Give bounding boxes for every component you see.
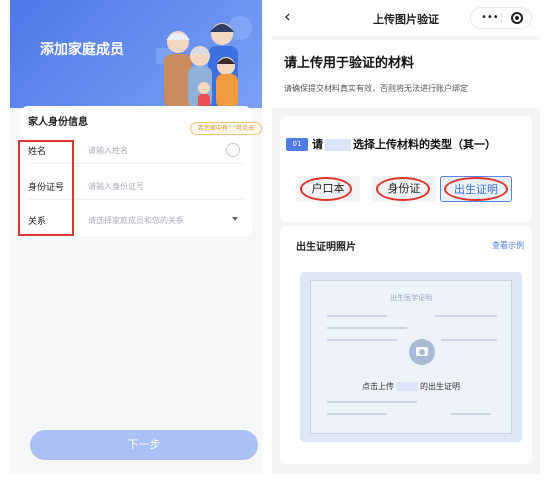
more-icon[interactable]: ••• [481, 12, 499, 23]
add-family-screen: 添加家庭成员 家人身份信息 若您家中有“ ”可点击 姓名 请输入姓名 身份证号 … [10, 0, 262, 474]
next-button[interactable]: 下一步 [30, 430, 258, 460]
upload-hint-suffix: 的出生证明 [420, 382, 460, 391]
upload-hint-prefix: 点击上传 [362, 382, 394, 391]
upload-hint: 点击上传 的出生证明 [311, 381, 511, 392]
camera-icon[interactable] [409, 339, 435, 365]
view-example-link[interactable]: 查看示例 [492, 240, 524, 251]
clear-icon[interactable] [226, 143, 240, 157]
card-title: 家人身份信息 [28, 117, 88, 128]
divider [501, 12, 502, 24]
photo-title: 出生证明照片 [296, 242, 356, 253]
certificate-placeholder: 出生医学证明 点击上传 的出生证明 [310, 280, 512, 434]
section-title: 请 选择上传材料的类型（其一） [312, 136, 496, 152]
highlight-box [18, 140, 74, 236]
mini-program-capsule: ••• [470, 7, 532, 29]
upload-area[interactable]: 出生医学证明 点击上传 的出生证明 [300, 272, 522, 442]
relationship-select[interactable]: 请选择家庭成员和您的关系 [88, 215, 184, 226]
close-target-icon[interactable] [511, 12, 523, 24]
material-type-section: 01 请选择上传材料的类型（其一） 户口本 身份证 出生证明 [280, 116, 532, 222]
heading: 请上传用于验证的材料 [284, 56, 415, 71]
family-illustration [156, 16, 252, 108]
section-title-prefix: 请 [312, 138, 323, 151]
caret-down-icon[interactable] [232, 217, 238, 221]
id-number-input[interactable]: 请输入身份证号 [88, 181, 144, 192]
highlight-ring [444, 177, 508, 201]
highlight-ring [300, 177, 352, 201]
certificate-heading: 出生医学证明 [390, 294, 432, 302]
subtext: 请确保提交材料真实有效，否则将无法进行账户绑定 [284, 84, 468, 93]
redacted-name [325, 139, 351, 151]
nav-bar: ‹ 上传图片验证 ••• [272, 0, 540, 36]
step-badge: 01 [286, 138, 308, 151]
hint-badge[interactable]: 若您家中有“ ”可点击 [190, 122, 262, 135]
highlight-ring [376, 177, 430, 201]
redacted-name [396, 382, 418, 391]
photo-upload-section: 出生证明照片 查看示例 出生医学证明 点击上传 的出生证明 [280, 226, 532, 464]
section-title-suffix: 选择上传材料的类型（其一） [353, 138, 496, 151]
intro-section: 请上传用于验证的材料 请确保提交材料真实有效，否则将无法进行账户绑定 [272, 40, 540, 108]
hero-banner: 添加家庭成员 [10, 0, 262, 108]
upload-verification-screen: ‹ 上传图片验证 ••• 请上传用于验证的材料 请确保提交材料真实有效，否则将无… [272, 0, 540, 474]
page-title: 添加家庭成员 [40, 42, 124, 58]
name-input[interactable]: 请输入姓名 [88, 145, 128, 156]
